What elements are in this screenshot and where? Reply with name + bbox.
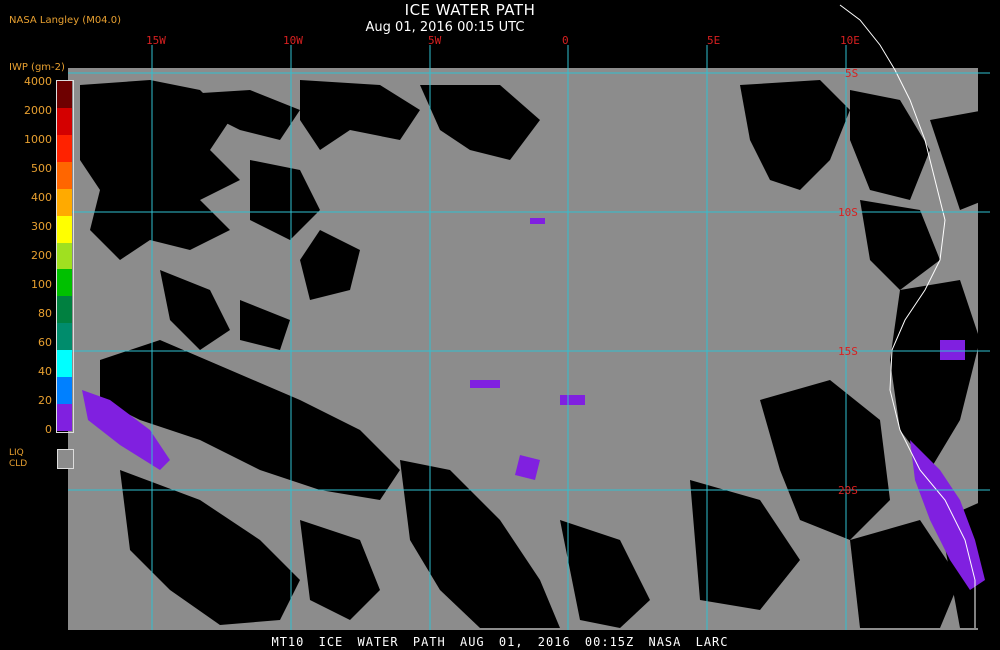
legend-tick-label: 4000 xyxy=(24,75,52,88)
legend-tick-label: 60 xyxy=(38,336,52,349)
legend-tick-label: 2000 xyxy=(24,104,52,117)
lon-label-0: 0 xyxy=(562,34,569,47)
footer-caption: MT10 ICE WATER PATH AUG 01, 2016 00:15Z … xyxy=(271,635,729,649)
legend-tick-label: 200 xyxy=(31,249,52,262)
legend-tick-label: 400 xyxy=(31,191,52,204)
lon-label-5e: 5E xyxy=(707,34,721,47)
lat-label-20s: 20S xyxy=(838,484,858,497)
map-timestamp: Aug 01, 2016 00:15 UTC xyxy=(365,20,525,35)
legend-tick-label: 20 xyxy=(38,394,52,407)
lat-label-10s: 10S xyxy=(838,206,858,219)
liquid-cloud-label-2: CLD xyxy=(9,459,28,469)
lon-label-10e: 10E xyxy=(840,34,860,47)
legend-tick-label: 80 xyxy=(38,307,52,320)
legend-tick-label: 1000 xyxy=(24,133,52,146)
producer-credit: NASA Langley (M04.0) xyxy=(9,15,121,26)
legend-tick-label: 500 xyxy=(31,162,52,175)
liquid-cloud-swatch xyxy=(57,449,74,469)
legend-tick-label: 40 xyxy=(38,365,52,378)
lon-label-15w: 15W xyxy=(146,34,166,47)
legend-tick-label: 100 xyxy=(31,278,52,291)
lon-label-10w: 10W xyxy=(283,34,303,47)
legend-tick-label: 0 xyxy=(45,423,52,436)
lon-label-5w: 5W xyxy=(428,34,442,47)
lat-label-5s: 5S xyxy=(845,67,859,80)
legend-tick-label: 300 xyxy=(31,220,52,233)
liquid-cloud-label-1: LIQ xyxy=(9,448,24,458)
lat-label-15s: 15S xyxy=(838,345,858,358)
satellite-map xyxy=(68,4,990,630)
legend-frame xyxy=(56,80,74,433)
map-title: ICE WATER PATH xyxy=(404,1,536,19)
legend-unit-label: IWP (gm-2) xyxy=(9,62,65,73)
